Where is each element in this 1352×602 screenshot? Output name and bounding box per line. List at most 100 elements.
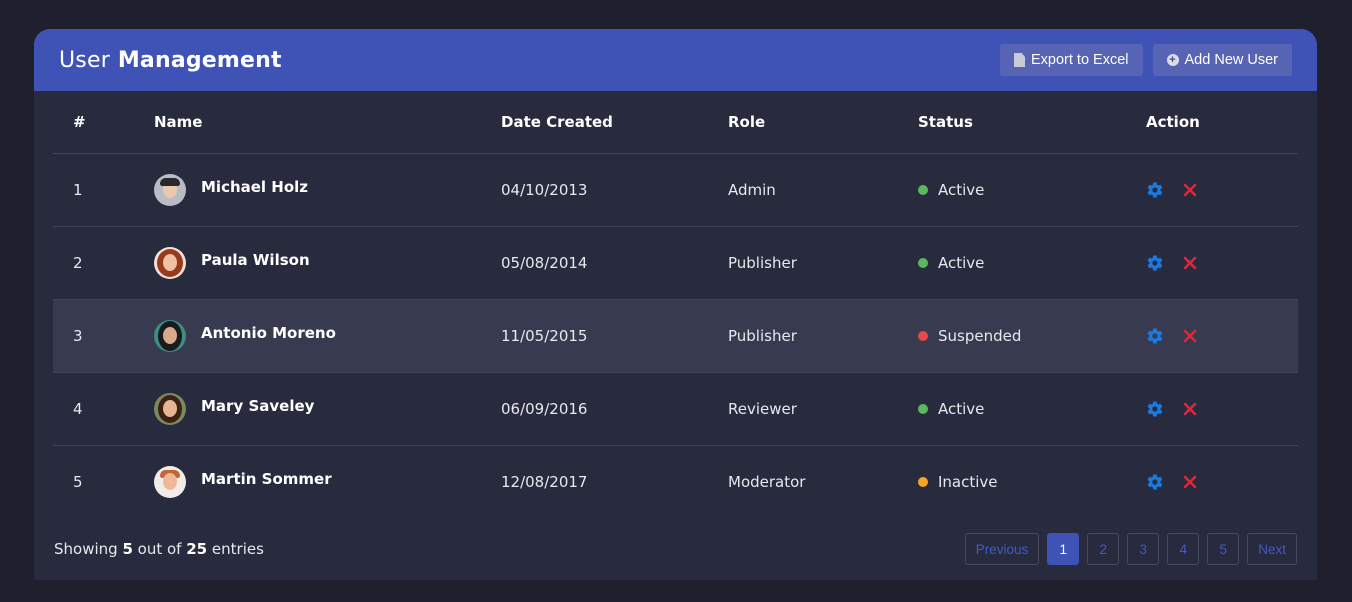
status-dot bbox=[918, 476, 928, 487]
row-number: 3 bbox=[53, 299, 154, 373]
pagination-page-1[interactable]: 1 bbox=[1047, 533, 1080, 565]
role: Admin bbox=[728, 153, 918, 227]
action-cell bbox=[1146, 226, 1298, 300]
status-text: Suspended bbox=[938, 326, 1022, 345]
pagination-page-3[interactable]: 3 bbox=[1127, 533, 1160, 565]
name-cell: Michael Holz bbox=[154, 153, 501, 227]
page-title: User Management bbox=[59, 48, 282, 73]
close-icon[interactable] bbox=[1182, 328, 1198, 344]
gear-icon[interactable] bbox=[1146, 473, 1164, 491]
gear-icon[interactable] bbox=[1146, 254, 1164, 272]
close-icon[interactable] bbox=[1182, 255, 1198, 271]
pagination: Previous 1 2 3 4 5 Next bbox=[964, 533, 1297, 565]
role: Moderator bbox=[728, 472, 806, 491]
row-number: 4 bbox=[53, 372, 154, 446]
date-created: 05/08/2014 bbox=[501, 226, 728, 300]
entries-summary: Showing 5 out of 25 entries bbox=[54, 540, 264, 558]
add-user-label: Add New User bbox=[1184, 52, 1278, 68]
action-cell bbox=[1146, 372, 1298, 446]
pagination-previous[interactable]: Previous bbox=[964, 533, 1040, 565]
role: Publisher bbox=[728, 299, 918, 373]
avatar[interactable] bbox=[154, 173, 186, 206]
row-number: 5 bbox=[73, 472, 83, 491]
close-icon[interactable] bbox=[1182, 474, 1198, 490]
name-cell: Mary Saveley bbox=[154, 372, 501, 446]
pagination-next[interactable]: Next bbox=[1247, 533, 1297, 565]
date-created: 04/10/2013 bbox=[501, 153, 728, 227]
status-text: Inactive bbox=[938, 472, 998, 491]
pagination-page-5[interactable]: 5 bbox=[1207, 533, 1240, 565]
avatar[interactable] bbox=[154, 246, 186, 279]
user-name-link[interactable]: Antonio Moreno bbox=[201, 324, 336, 342]
gear-icon[interactable] bbox=[1146, 327, 1164, 345]
status-text: Active bbox=[938, 180, 985, 199]
status-cell: Active bbox=[918, 372, 1146, 446]
column-header-date-created[interactable]: Date Created bbox=[501, 91, 728, 154]
date-created: 06/09/2016 bbox=[501, 372, 728, 446]
status-dot bbox=[918, 257, 928, 268]
column-header-role[interactable]: Role bbox=[728, 91, 918, 154]
shown-count: 5 bbox=[122, 540, 133, 558]
user-name-link[interactable]: Martin Sommer bbox=[201, 470, 332, 488]
status-dot bbox=[918, 403, 928, 414]
file-icon bbox=[1014, 53, 1025, 67]
status-dot bbox=[918, 184, 928, 195]
status-cell: Suspended bbox=[918, 299, 1146, 373]
add-new-user-button[interactable]: + Add New User bbox=[1152, 44, 1292, 76]
avatar[interactable] bbox=[154, 319, 186, 352]
row-number: 1 bbox=[53, 153, 154, 227]
gear-icon[interactable] bbox=[1146, 181, 1164, 199]
column-header-number[interactable]: # bbox=[53, 91, 154, 154]
table-row: 3 Antonio Moreno 11/05/2015 Publisher Su… bbox=[53, 299, 1298, 373]
date-created: 12/08/2017 bbox=[501, 472, 588, 491]
pagination-page-2[interactable]: 2 bbox=[1087, 533, 1120, 565]
table-footer: Showing 5 out of 25 entries Previous 1 2… bbox=[54, 532, 1297, 566]
table-row: 2 Paula Wilson 05/08/2014 Publisher Acti… bbox=[53, 226, 1298, 300]
close-icon[interactable] bbox=[1182, 401, 1198, 417]
date-created: 11/05/2015 bbox=[501, 299, 728, 373]
total-count: 25 bbox=[186, 540, 208, 558]
role: Publisher bbox=[728, 226, 918, 300]
user-name-link[interactable]: Paula Wilson bbox=[201, 251, 310, 269]
export-to-excel-button[interactable]: Export to Excel bbox=[1000, 44, 1143, 76]
row-number: 2 bbox=[53, 226, 154, 300]
showing-prefix: Showing bbox=[54, 540, 118, 558]
name-cell: Paula Wilson bbox=[154, 226, 501, 300]
user-name-link[interactable]: Michael Holz bbox=[201, 178, 308, 196]
showing-suffix: entries bbox=[211, 540, 264, 558]
table-row: 4 Mary Saveley 06/09/2016 Reviewer Activ… bbox=[53, 372, 1298, 446]
status-cell: Active bbox=[918, 226, 1146, 300]
status-dot bbox=[918, 330, 928, 341]
action-cell bbox=[1146, 153, 1298, 227]
showing-middle: out of bbox=[137, 540, 182, 558]
status-text: Active bbox=[938, 253, 985, 272]
name-cell: Antonio Moreno bbox=[154, 299, 501, 373]
card-header: User Management Export to Excel + Add Ne… bbox=[34, 29, 1317, 91]
name-cell: Martin Sommer bbox=[154, 445, 501, 518]
avatar[interactable] bbox=[154, 465, 186, 498]
avatar[interactable] bbox=[154, 392, 186, 425]
status-cell: Active bbox=[918, 153, 1146, 227]
page-title-bold: Management bbox=[117, 47, 282, 73]
action-cell bbox=[1146, 445, 1298, 518]
users-table: # Name Date Created Role Status Action 1 bbox=[53, 91, 1298, 518]
table-row: 1 Michael Holz 04/10/2013 Admin Active bbox=[53, 153, 1298, 227]
close-icon[interactable] bbox=[1182, 182, 1198, 198]
plus-circle-icon: + bbox=[1166, 54, 1179, 66]
gear-icon[interactable] bbox=[1146, 400, 1164, 418]
column-header-status[interactable]: Status bbox=[918, 91, 1146, 154]
column-header-action: Action bbox=[1146, 91, 1298, 154]
role: Reviewer bbox=[728, 372, 918, 446]
table-header-row: # Name Date Created Role Status Action bbox=[53, 91, 1298, 154]
action-cell bbox=[1146, 299, 1298, 373]
pagination-page-4[interactable]: 4 bbox=[1167, 533, 1200, 565]
user-management-card: User Management Export to Excel + Add Ne… bbox=[34, 29, 1317, 580]
export-label: Export to Excel bbox=[1031, 52, 1129, 68]
table-row: 5 Martin Sommer 12/08/2017 Moderator Ina… bbox=[53, 445, 1298, 518]
user-name-link[interactable]: Mary Saveley bbox=[201, 397, 314, 415]
status-cell: Inactive bbox=[918, 445, 1146, 518]
header-buttons: Export to Excel + Add New User bbox=[1000, 44, 1292, 76]
page-title-light: User bbox=[59, 47, 110, 73]
column-header-name[interactable]: Name bbox=[154, 91, 501, 154]
status-text: Active bbox=[938, 399, 985, 418]
